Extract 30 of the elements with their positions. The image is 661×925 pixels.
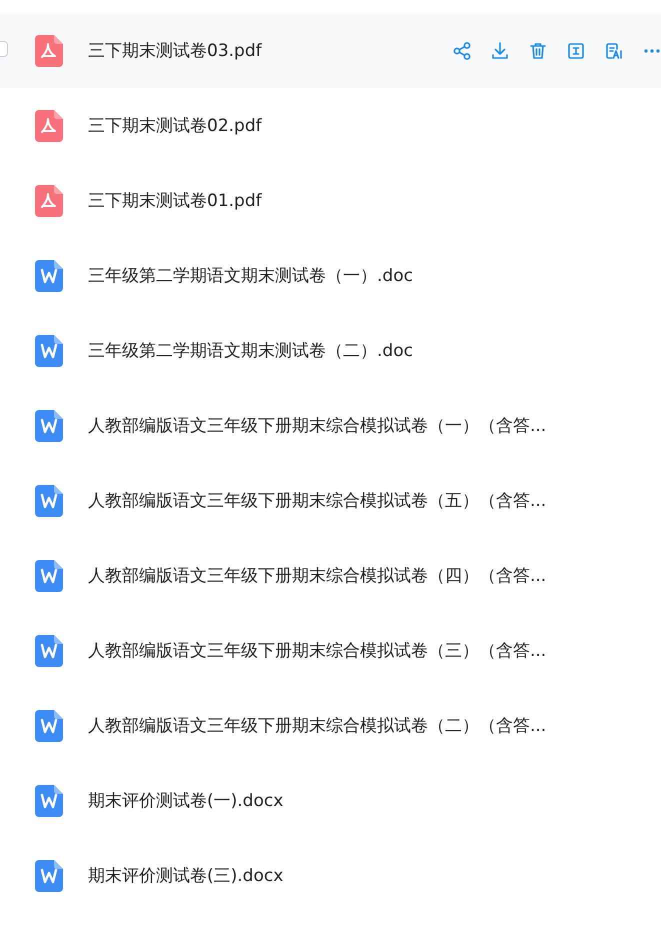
rename-icon[interactable] [566, 41, 586, 61]
word-file-icon [35, 484, 63, 516]
ai-document-icon[interactable] [604, 41, 624, 61]
file-name[interactable]: 人教部编版语文三年级下册期末综合模拟试卷（一）（含答... [88, 414, 546, 437]
word-file-icon [35, 260, 63, 292]
pdf-file-icon [35, 184, 63, 216]
word-file-icon [35, 634, 63, 666]
file-name[interactable]: 期末评价测试卷(一).docx [88, 789, 284, 812]
pdf-file-icon [35, 34, 63, 66]
file-name[interactable]: 三年级第二学期语文期末测试卷（二）.doc [88, 339, 413, 362]
word-file-icon [35, 410, 63, 442]
word-file-icon [35, 710, 63, 742]
file-name[interactable]: 人教部编版语文三年级下册期末综合模拟试卷（二）（含答... [88, 714, 546, 737]
delete-icon[interactable] [528, 41, 548, 61]
word-file-icon [35, 560, 63, 592]
word-file-icon [35, 334, 63, 366]
file-name[interactable]: 人教部编版语文三年级下册期末综合模拟试卷（四）（含答... [88, 564, 546, 587]
word-file-icon [35, 784, 63, 816]
file-name[interactable]: 期末评价测试卷(三).docx [88, 864, 284, 887]
pdf-file-icon [35, 110, 63, 142]
file-name[interactable]: 人教部编版语文三年级下册期末综合模拟试卷（五）（含答... [88, 489, 546, 512]
download-icon[interactable] [490, 41, 510, 61]
file-name[interactable]: 三下期末测试卷01.pdf [88, 189, 262, 212]
word-file-icon [35, 860, 63, 892]
file-name[interactable]: 三下期末测试卷03.pdf [88, 39, 262, 62]
file-row-highlight[interactable]: 三下期末测试卷03.pdf [0, 13, 661, 88]
file-name[interactable]: 人教部编版语文三年级下册期末综合模拟试卷（三）（含答... [88, 639, 546, 662]
file-name[interactable]: 三下期末测试卷02.pdf [88, 114, 262, 137]
file-name[interactable]: 三年级第二学期语文期末测试卷（一）.doc [88, 264, 413, 287]
share-icon[interactable] [452, 41, 472, 61]
